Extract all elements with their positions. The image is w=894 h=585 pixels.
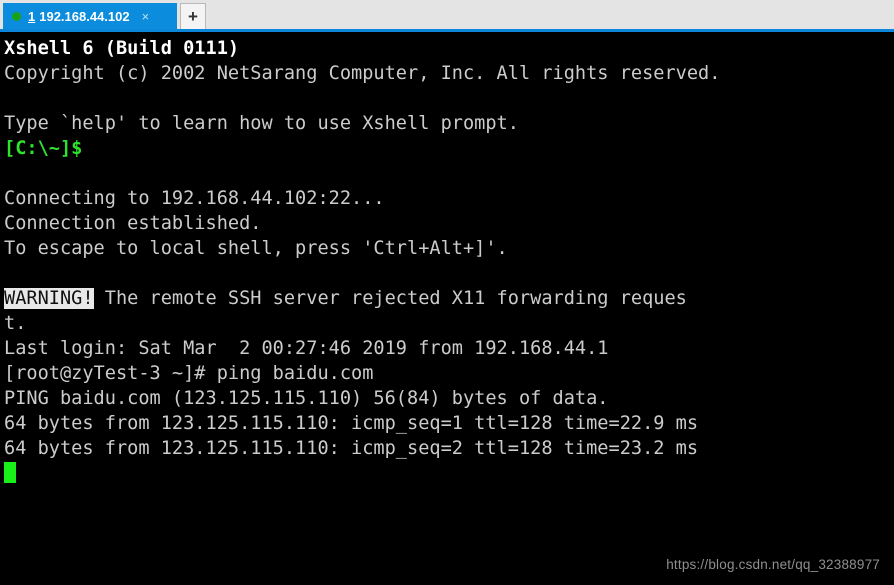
terminal-line: Xshell 6 (Build 0111)	[4, 36, 894, 61]
close-icon[interactable]: ×	[142, 10, 150, 23]
terminal-text-segment: Connection established.	[4, 213, 262, 234]
terminal-line: Copyright (c) 2002 NetSarang Computer, I…	[4, 61, 894, 86]
terminal-line: Connecting to 192.168.44.102:22...	[4, 186, 894, 211]
terminal-text-segment: PING baidu.com (123.125.115.110) 56(84) …	[4, 388, 609, 409]
terminal-line: t.	[4, 311, 894, 336]
green-dot-icon	[12, 11, 21, 21]
terminal-text-segment: Copyright (c) 2002 NetSarang Computer, I…	[4, 63, 721, 84]
session-tab-1[interactable]: 1 192.168.44.102 ×	[3, 3, 177, 29]
terminal-line: Last login: Sat Mar 2 00:27:46 2019 from…	[4, 336, 894, 361]
terminal-line	[4, 461, 894, 486]
xshell-window: 1 192.168.44.102 × + Xshell 6 (Build 011…	[0, 0, 894, 585]
terminal-text-segment: Connecting to 192.168.44.102:22...	[4, 188, 385, 209]
terminal-text-segment: The remote SSH server rejected X11 forwa…	[93, 288, 687, 309]
terminal-line: Connection established.	[4, 211, 894, 236]
tab-title-label: 192.168.44.102	[39, 8, 130, 24]
terminal-cursor	[4, 462, 16, 483]
terminal-text-segment: To escape to local shell, press 'Ctrl+Al…	[4, 238, 508, 259]
terminal-line: PING baidu.com (123.125.115.110) 56(84) …	[4, 386, 894, 411]
terminal-line: 64 bytes from 123.125.115.110: icmp_seq=…	[4, 436, 894, 461]
tab-index-label: 1	[28, 8, 36, 24]
tab-bar: 1 192.168.44.102 × +	[0, 0, 894, 29]
terminal-text-segment: 64 bytes from 123.125.115.110: icmp_seq=…	[4, 413, 699, 434]
terminal-text-segment: [root@zyTest-3 ~]# ping baidu.com	[4, 363, 374, 384]
terminal-line: 64 bytes from 123.125.115.110: icmp_seq=…	[4, 411, 894, 436]
terminal-text-segment: 64 bytes from 123.125.115.110: icmp_seq=…	[4, 438, 699, 459]
terminal-line: Type `help' to learn how to use Xshell p…	[4, 111, 894, 136]
terminal-line: [C:\~]$	[4, 136, 894, 161]
terminal-text-segment: t.	[4, 313, 27, 334]
terminal-line: To escape to local shell, press 'Ctrl+Al…	[4, 236, 894, 261]
terminal-text-segment: WARNING!	[4, 288, 94, 309]
terminal-text-segment: [C:\~]$	[4, 138, 83, 159]
terminal-text-segment: Type `help' to learn how to use Xshell p…	[4, 113, 519, 134]
new-tab-button[interactable]: +	[180, 3, 206, 29]
terminal-text-segment: Xshell 6 (Build 0111)	[4, 38, 240, 59]
terminal-line: WARNING! The remote SSH server rejected …	[4, 286, 894, 311]
terminal-text-segment: Last login: Sat Mar 2 00:27:46 2019 from…	[4, 338, 609, 359]
terminal-output[interactable]: Xshell 6 (Build 0111) Copyright (c) 2002 …	[0, 32, 894, 585]
watermark-label: https://blog.csdn.net/qq_32388977	[666, 557, 880, 572]
terminal-line: [root@zyTest-3 ~]# ping baidu.com	[4, 361, 894, 386]
